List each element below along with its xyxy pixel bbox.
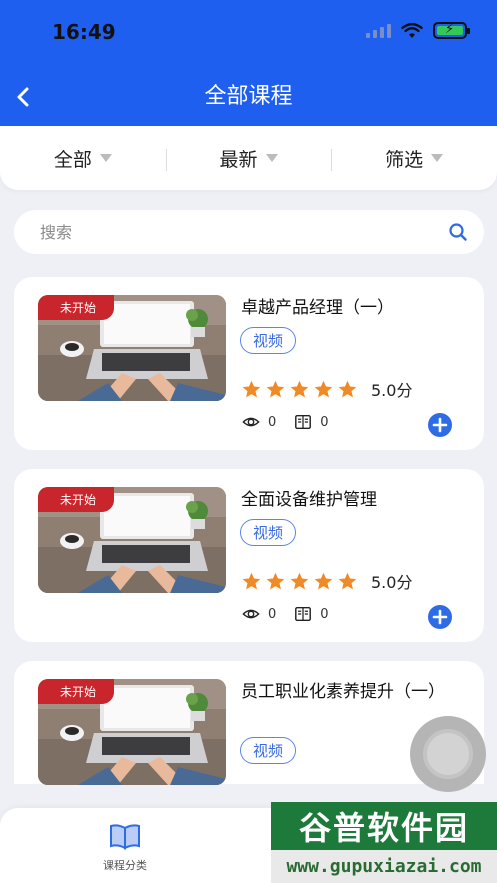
open-book-icon	[110, 824, 140, 850]
book-icon	[295, 414, 312, 430]
star-icon	[242, 380, 261, 397]
star-icon	[338, 380, 357, 397]
status-badge: 未开始	[38, 487, 115, 512]
course-card[interactable]: 未开始 卓越产品经理（一） 视频 5.0分 0 0	[14, 277, 484, 450]
filter-latest-label: 最新	[219, 148, 258, 171]
wifi-icon	[401, 22, 423, 38]
star-icon	[338, 572, 357, 589]
floating-button-inner	[423, 729, 473, 779]
status-time: 16:49	[52, 20, 116, 44]
lesson-count: 0	[320, 414, 329, 430]
caret-down-icon	[265, 154, 278, 162]
filter-screen-label: 筛选	[385, 148, 424, 171]
course-thumbnail[interactable]: 未开始	[38, 487, 226, 593]
search-bar	[14, 210, 484, 254]
page-title: 全部课程	[204, 84, 293, 109]
course-type-tag: 视频	[240, 519, 297, 546]
course-type-tag: 视频	[240, 327, 297, 354]
star-icon	[266, 572, 285, 589]
book-icon	[295, 606, 312, 622]
course-title: 全面设备维护管理	[241, 490, 377, 510]
filter-screen[interactable]: 筛选	[331, 145, 497, 172]
filter-all-label: 全部	[53, 148, 92, 171]
eye-icon	[242, 417, 260, 427]
course-meta: 0 0	[242, 605, 329, 623]
floating-assistive-button[interactable]	[410, 716, 486, 792]
plus-circle-icon[interactable]	[428, 605, 452, 629]
search-input[interactable]	[40, 222, 448, 242]
signal-icon	[366, 23, 391, 38]
course-title: 员工职业化素养提升（一）	[241, 682, 445, 702]
star-icon	[266, 380, 285, 397]
filter-bar: 全部 最新 筛选	[0, 126, 497, 190]
site-watermark: 谷普软件园 www.gupuxiazai.com	[271, 802, 497, 883]
view-count: 0	[268, 606, 277, 622]
status-badge: 未开始	[38, 679, 115, 704]
view-count: 0	[268, 414, 277, 430]
lesson-count: 0	[320, 606, 329, 622]
course-thumbnail[interactable]: 未开始	[38, 295, 226, 401]
rating-stars: 5.0分	[241, 569, 412, 593]
filter-latest[interactable]: 最新	[165, 145, 332, 172]
tab-course-category[interactable]: 课程分类	[92, 822, 158, 873]
course-card[interactable]: 未开始 全面设备维护管理 视频 5.0分 0 0	[14, 469, 484, 642]
rating-score: 5.0分	[371, 381, 413, 400]
plus-circle-icon[interactable]	[428, 413, 452, 437]
rating-stars: 5.0分	[241, 377, 412, 401]
watermark-title: 谷普软件园	[271, 802, 497, 850]
caret-down-icon	[99, 154, 112, 162]
course-type-tag: 视频	[240, 737, 297, 764]
battery-icon: ⚡	[433, 22, 470, 39]
star-icon	[242, 572, 261, 589]
app-header: 16:49 ⚡ 全部课程	[0, 0, 497, 126]
course-thumbnail[interactable]: 未开始	[38, 679, 226, 785]
star-icon	[290, 572, 309, 589]
course-title: 卓越产品经理（一）	[241, 298, 394, 318]
tab-course-category-label: 课程分类	[103, 859, 147, 872]
status-badge: 未开始	[38, 295, 115, 320]
status-icons: ⚡	[366, 22, 470, 39]
filter-all[interactable]: 全部	[0, 145, 166, 172]
search-icon[interactable]	[448, 222, 468, 242]
course-meta: 0 0	[242, 413, 329, 431]
rating-score: 5.0分	[371, 573, 413, 592]
star-icon	[290, 380, 309, 397]
eye-icon	[242, 609, 260, 619]
watermark-url: www.gupuxiazai.com	[271, 850, 497, 883]
star-icon	[314, 380, 333, 397]
caret-down-icon	[431, 154, 444, 162]
star-icon	[314, 572, 333, 589]
